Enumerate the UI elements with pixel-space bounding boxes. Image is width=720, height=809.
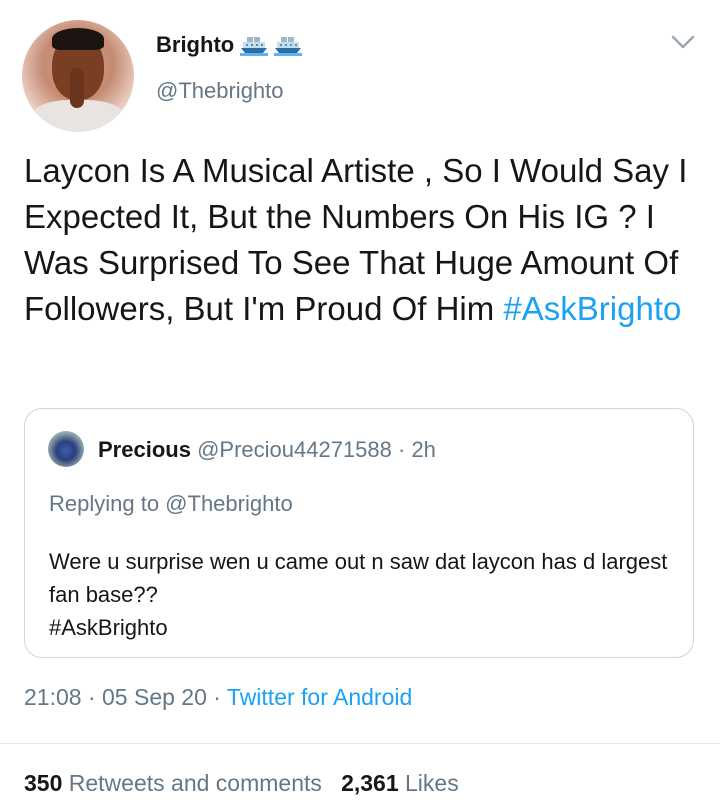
author-username[interactable]: @Thebrighto (156, 78, 284, 104)
retweets-stat[interactable]: 350 Retweets and comments (24, 770, 322, 796)
quoted-author-name[interactable]: Precious (98, 437, 191, 462)
quoted-author-handle[interactable]: @Preciou44271588 (197, 437, 392, 462)
quoted-replying-to: Replying to @Thebrighto (49, 491, 293, 516)
chevron-down-icon[interactable] (670, 32, 696, 52)
quoted-tweet[interactable]: Precious @Preciou44271588 · 2h Replying … (24, 408, 694, 658)
ship-emoji-icon (274, 37, 303, 56)
retweets-label: Retweets and comments (68, 770, 322, 796)
tweet-time: 21:08 (24, 684, 82, 710)
tweet-hashtag[interactable]: #AskBrighto (503, 290, 681, 327)
tweet-date: 05 Sep 20 (102, 684, 207, 710)
author-avatar[interactable] (22, 20, 134, 132)
likes-count: 2,361 (341, 770, 399, 796)
retweets-count: 350 (24, 770, 63, 796)
avatar-hand (70, 68, 84, 108)
quoted-text-hashtag: #AskBrighto (49, 615, 168, 640)
quoted-tweet-header: Precious @Preciou44271588 · 2h (98, 437, 436, 463)
author-name-row[interactable]: Brighto (156, 32, 303, 58)
quoted-author-avatar[interactable] (48, 431, 84, 467)
quoted-tweet-text: Were u surprise wen u came out n saw dat… (49, 545, 679, 644)
tweet-stats: 350 Retweets and comments 2,361 Likes (24, 770, 459, 797)
tweet-source[interactable]: Twitter for Android (227, 684, 412, 710)
avatar-hair (52, 28, 104, 50)
meta-separator-2: · (206, 684, 227, 710)
meta-separator: · (81, 684, 103, 710)
tweet-meta: 21:08 · 05 Sep 20 · Twitter for Android (24, 684, 412, 711)
quoted-text-body: Were u surprise wen u came out n saw dat… (49, 549, 668, 607)
author-display-name[interactable]: Brighto (156, 32, 234, 58)
tweet-text: Laycon Is A Musical Artiste , So I Would… (24, 148, 704, 332)
quoted-time: 2h (411, 437, 436, 462)
ship-emoji-icon (240, 37, 269, 56)
likes-label: Likes (405, 770, 459, 796)
divider (0, 743, 720, 744)
likes-stat[interactable]: 2,361 Likes (341, 770, 459, 796)
quoted-separator: · (391, 437, 412, 462)
